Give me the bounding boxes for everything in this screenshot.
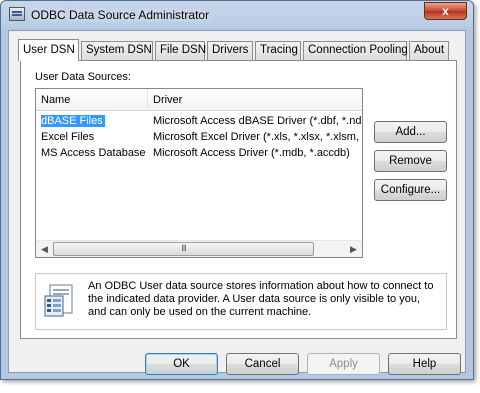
tab-connection-pooling[interactable]: Connection Pooling [303,41,408,60]
cancel-button[interactable]: Cancel [226,353,299,375]
row-name-cell: Excel Files [41,131,95,143]
list-row[interactable]: dBASE Files Microsoft Access dBASE Drive… [36,113,362,129]
data-source-document-icon [44,284,73,317]
info-line: and can only be used on the current mach… [88,306,312,318]
list-header: Name Driver [36,89,362,111]
row-driver-cell: Microsoft Access Driver (*.mdb, *.accdb) [153,147,350,159]
tab-system-dsn[interactable]: System DSN [81,41,153,60]
tab-user-dsn[interactable]: User DSN [18,39,79,61]
close-button[interactable]: x [424,2,467,20]
remove-button[interactable]: Remove [374,150,447,172]
configure-button[interactable]: Configure... [374,179,447,201]
window-title: ODBC Data Source Administrator [31,8,210,22]
row-driver-cell: Microsoft Access dBASE Driver (*.dbf, *.… [153,115,363,127]
row-name-cell: dBASE Files [41,113,149,129]
info-line: An ODBC User data source stores informat… [88,280,434,292]
ok-button[interactable]: OK [145,353,218,375]
chevron-left-icon[interactable]: ◀ [36,241,53,257]
list-row[interactable]: Excel Files Microsoft Excel Driver (*.xl… [36,129,362,145]
tab-about[interactable]: About [409,41,449,60]
chevron-right-icon[interactable]: ▶ [345,241,362,257]
user-dsn-panel: User Data Sources: Name Driver dBASE Fil… [20,60,457,339]
row-driver-cell: Microsoft Excel Driver (*.xls, *.xlsx, *… [153,131,363,143]
apply-button[interactable]: Apply [307,353,380,375]
tab-tracing[interactable]: Tracing [255,41,301,60]
scrollbar-thumb[interactable]: III [53,242,314,256]
tab-file-dsn[interactable]: File DSN [155,41,206,60]
row-name-cell: MS Access Database [41,147,146,159]
dialog-client-area: User DSN System DSN File DSN Drivers Tra… [8,30,466,375]
column-header-name[interactable]: Name [36,89,148,111]
info-box: An ODBC User data source stores informat… [35,273,447,330]
title-bar[interactable]: ODBC Data Source Administrator x [1,1,473,29]
odbc-admin-icon [9,7,25,21]
column-header-driver[interactable]: Driver [148,89,362,111]
help-button[interactable]: Help [388,353,461,375]
info-description: An ODBC User data source stores informat… [88,280,438,319]
user-data-sources-label: User Data Sources: [35,71,131,83]
user-data-sources-list[interactable]: Name Driver dBASE Files Microsoft Access… [35,88,363,258]
add-button[interactable]: Add... [374,121,447,143]
tab-drivers[interactable]: Drivers [207,41,253,60]
horizontal-scrollbar[interactable]: ◀ III ▶ [36,240,362,257]
odbc-admin-window: ODBC Data Source Administrator x User DS… [0,0,474,380]
info-line: the indicated data provider. A User data… [88,293,421,305]
selected-row-name[interactable]: dBASE Files [41,115,105,127]
list-row[interactable]: MS Access Database Microsoft Access Driv… [36,145,362,161]
